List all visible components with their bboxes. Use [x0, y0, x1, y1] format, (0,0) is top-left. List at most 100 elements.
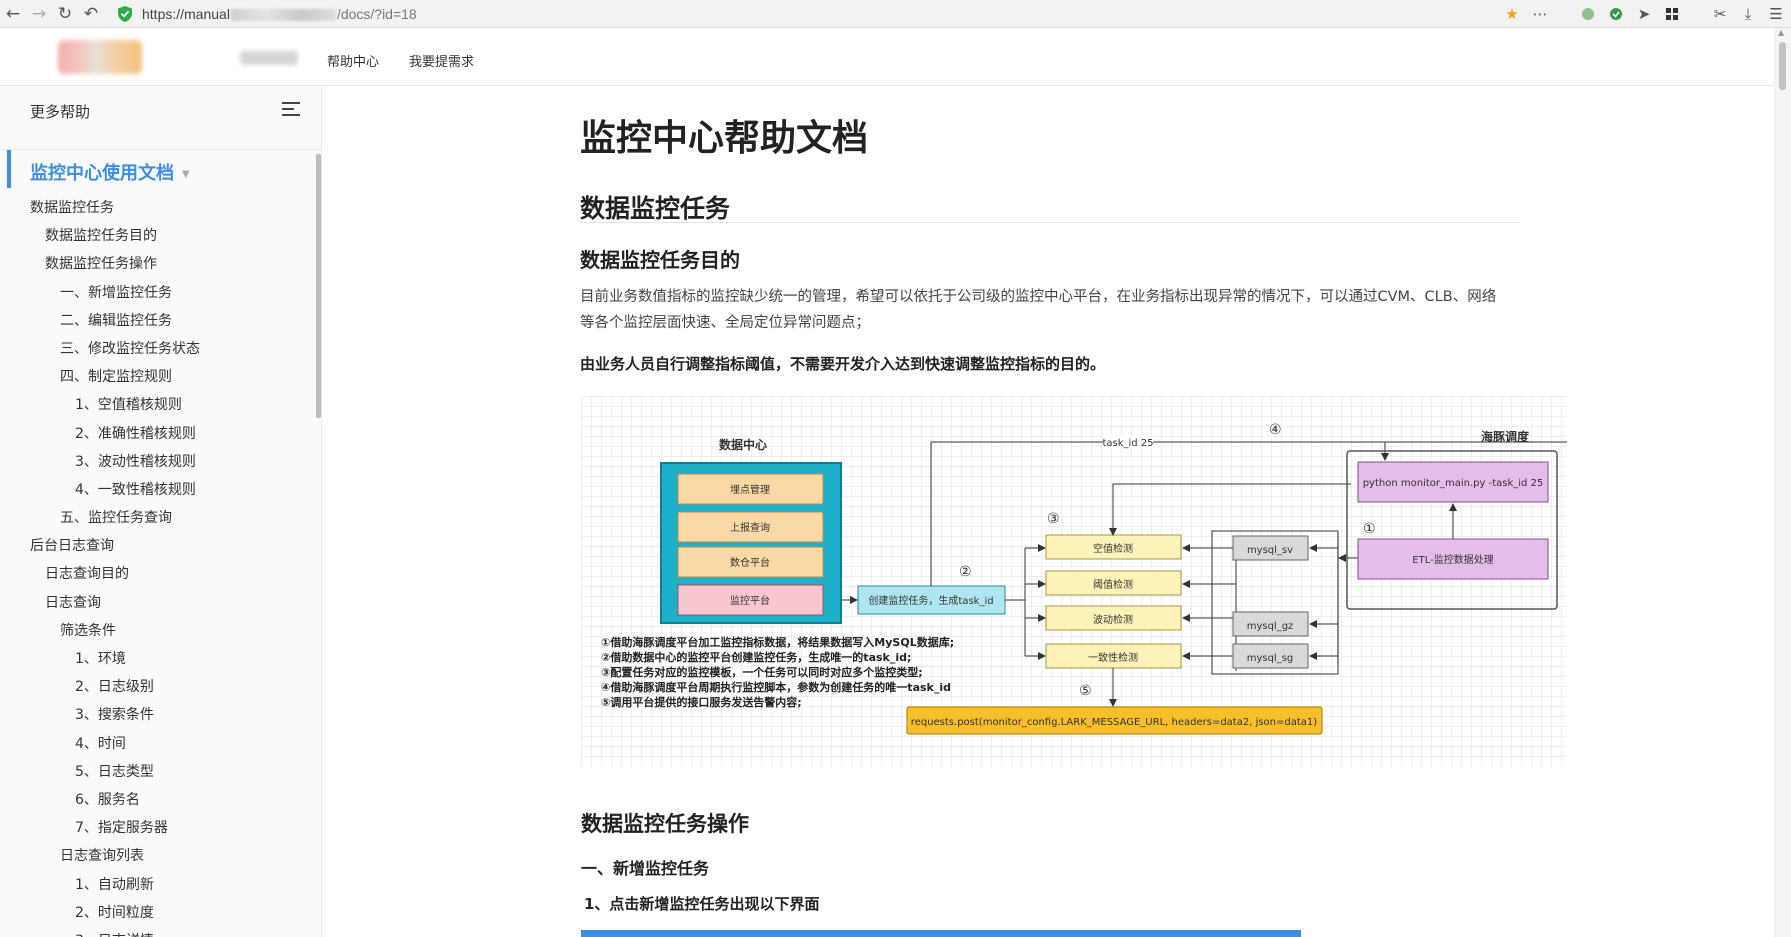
active-indicator — [7, 150, 11, 188]
subheading-new-task: 一、新增监控任务 — [581, 859, 710, 878]
toc-item[interactable]: 后台日志查询 — [0, 532, 315, 560]
undo-icon[interactable]: ↶ — [78, 1, 104, 27]
toc-item[interactable]: 日志查询目的 — [0, 560, 315, 588]
address-bar[interactable]: https://manual/docs/?id=18 — [142, 6, 417, 22]
check-0: 空值检测 — [1045, 534, 1182, 560]
dc-item-label: 上报查询 — [730, 521, 770, 534]
sidebar-header: 更多帮助 — [0, 87, 321, 150]
reload-icon[interactable]: ↻ — [52, 1, 78, 27]
marker-1: ① — [1363, 521, 1376, 537]
sidebar-doc-title[interactable]: 监控中心使用文档 ▼ — [30, 159, 190, 185]
request-label: requests.post(monitor_config.LARK_MESSAG… — [911, 717, 1317, 728]
back-arrow-icon[interactable]: ← — [0, 1, 26, 27]
toc-item[interactable]: 日志查询列表 — [0, 842, 315, 870]
toc-list: 数据监控任务 数据监控任务目的 数据监控任务操作 一、新增监控任务 二、编辑监控任务 三、… — [0, 194, 315, 937]
redacted-nav-item[interactable] — [240, 51, 298, 65]
marker-2: ② — [959, 564, 972, 580]
scissors-icon[interactable]: ✂ — [1709, 3, 1731, 25]
star-icon[interactable]: ★ — [1501, 3, 1523, 25]
sidebar: 更多帮助 监控中心使用文档 ▼ 数据监控任务 数据监控任务目的 数据监控任务操作 一、新… — [0, 87, 322, 937]
mysql-label: mysql_gz — [1247, 621, 1294, 632]
screenshot-image-top — [581, 930, 1301, 937]
menu-icon[interactable]: ☰ — [1765, 3, 1787, 25]
toc-item[interactable]: 3、日志详情 — [0, 927, 315, 937]
section-heading-task: 数据监控任务 — [580, 194, 731, 223]
etl-label: ETL-监控数据处理 — [1412, 553, 1493, 566]
check-label: 波动检测 — [1093, 613, 1133, 626]
extension-shield-icon[interactable] — [1605, 3, 1627, 25]
marker-5: ⑤ — [1079, 683, 1092, 699]
dc-item-0: 埋点管理 — [677, 473, 824, 505]
toc-item[interactable]: 日志查询 — [0, 589, 315, 617]
subsection-heading-purpose: 数据监控任务目的 — [580, 248, 740, 272]
dc-item-label: 监控平台 — [730, 594, 770, 607]
toc-item[interactable]: 一、新增监控任务 — [0, 279, 315, 307]
toc-item[interactable]: 4、一致性稽核规则 — [0, 476, 315, 504]
cursor-icon[interactable]: ➤ — [1633, 3, 1655, 25]
redacted-url-segment — [230, 8, 336, 21]
check-3: 一致性检测 — [1045, 643, 1182, 669]
toc-item[interactable]: 1、空值稽核规则 — [0, 391, 315, 419]
caret-down-icon[interactable]: ▼ — [182, 169, 190, 180]
mysql-1: mysql_gz — [1232, 611, 1309, 637]
extension-circle-icon[interactable] — [1577, 3, 1599, 25]
nav-submit-request[interactable]: 我要提需求 — [409, 51, 474, 70]
mysql-2: mysql_sg — [1232, 643, 1309, 669]
toc-item[interactable]: 7、指定服务器 — [0, 814, 315, 842]
dc-item-3: 监控平台 — [677, 584, 824, 616]
grid-icon[interactable] — [1661, 3, 1683, 25]
browser-toolbar: ← → ↻ ↶ https://manual/docs/?id=18 ★ ⋯ ➤… — [0, 0, 1791, 28]
toc-item[interactable]: 二、编辑监控任务 — [0, 307, 315, 335]
toc-item[interactable]: 数据监控任务 — [0, 194, 315, 222]
sidebar-scrollbar[interactable] — [316, 154, 321, 418]
note-4: ④借助海豚调度平台周期执行监控脚本，参数为创建任务的唯一task_id — [601, 680, 951, 694]
more-dots-icon[interactable]: ⋯ — [1529, 3, 1551, 25]
check-2: 波动检测 — [1045, 605, 1182, 631]
check-1: 阈值检测 — [1045, 570, 1182, 596]
toc-item[interactable]: 五、监控任务查询 — [0, 504, 315, 532]
page-scrollbar[interactable]: ▲ — [1774, 28, 1791, 937]
site-logo[interactable] — [58, 40, 142, 74]
dc-item-1: 上报查询 — [677, 511, 824, 543]
toc-item[interactable]: 1、环境 — [0, 645, 315, 673]
data-center-title: 数据中心 — [719, 437, 767, 452]
toc-item[interactable]: 三、修改监控任务状态 — [0, 335, 315, 363]
page-scrollbar-thumb[interactable] — [1779, 42, 1786, 90]
toc-item[interactable]: 5、日志类型 — [0, 758, 315, 786]
doc-title-text: 监控中心使用文档 — [30, 163, 174, 184]
heading-divider — [580, 222, 1520, 223]
mysql-label: mysql_sv — [1247, 545, 1293, 556]
forward-arrow-icon[interactable]: → — [26, 1, 52, 27]
scheduler-title: 海豚调度 — [1481, 429, 1530, 444]
purpose-paragraph: 目前业务数值指标的监控缺少统一的管理，希望可以依托于公司级的监控中心平台，在业务… — [580, 289, 1497, 331]
diagram-svg: 数据中心 埋点管理 上报查询 数仓平台 监控平台 创建监控任务，生成task_i… — [601, 422, 1567, 735]
nav-help-center[interactable]: 帮助中心 — [327, 51, 379, 70]
toc-item[interactable]: 3、波动性稽核规则 — [0, 448, 315, 476]
scroll-up-arrow-icon[interactable]: ▲ — [1778, 28, 1784, 37]
check-label: 一致性检测 — [1088, 651, 1138, 664]
toc-item[interactable]: 2、时间粒度 — [0, 899, 315, 927]
dc-item-label: 数仓平台 — [730, 556, 770, 569]
architecture-diagram: 数据中心 埋点管理 上报查询 数仓平台 监控平台 创建监控任务，生成task_i… — [581, 396, 1567, 766]
task-id-label: task_id 25 — [1102, 438, 1153, 449]
sidebar-more-help[interactable]: 更多帮助 — [30, 101, 90, 122]
note-3: ③配置任务对应的监控模板，一个任务可以同时对应多个监控类型; — [601, 665, 923, 679]
section-heading-operation: 数据监控任务操作 — [581, 812, 749, 836]
toc-item[interactable]: 3、搜索条件 — [0, 701, 315, 729]
toc-item[interactable]: 2、日志级别 — [0, 673, 315, 701]
toc-item[interactable]: 2、准确性稽核规则 — [0, 420, 315, 448]
marker-4: ④ — [1269, 422, 1282, 438]
toc-item[interactable]: 1、自动刷新 — [0, 871, 315, 899]
toc-item[interactable]: 4、时间 — [0, 730, 315, 758]
note-5: ⑤调用平台提供的接口服务发送告警内容; — [601, 695, 802, 709]
page-title: 监控中心帮助文档 — [580, 118, 869, 159]
toc-item[interactable]: 6、服务名 — [0, 786, 315, 814]
toc-item[interactable]: 数据监控任务目的 — [0, 222, 315, 250]
toc-item[interactable]: 筛选条件 — [0, 617, 315, 645]
toc-item[interactable]: 四、制定监控规则 — [0, 363, 315, 391]
create-task-label: 创建监控任务，生成task_id — [868, 594, 993, 607]
step-click-new: 1、点击新增监控任务出现以下界面 — [584, 895, 820, 913]
download-icon[interactable]: ⤓ — [1737, 3, 1759, 25]
hamburger-menu-icon[interactable] — [282, 102, 300, 118]
toc-item[interactable]: 数据监控任务操作 — [0, 250, 315, 278]
